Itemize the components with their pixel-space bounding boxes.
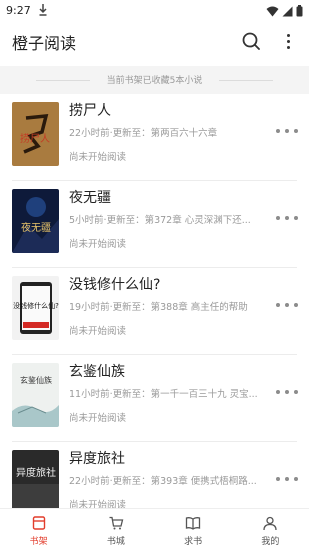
open-book-icon <box>185 517 201 530</box>
svg-text:玄鉴仙族: 玄鉴仙族 <box>20 375 52 385</box>
book-cover[interactable]: 玄鉴仙族 <box>12 363 59 427</box>
user-icon <box>263 516 278 531</box>
book-item[interactable]: 夜无疆 夜无疆 5小时前·更新至：第372章 心灵深渊下还... 尚未开始阅读 <box>0 181 309 268</box>
tab-label: 书城 <box>106 537 125 547</box>
book-cover[interactable]: 捞尸人 <box>12 102 59 166</box>
book-reading-status: 尚未开始阅读 <box>69 413 127 424</box>
book-title[interactable]: 夜无疆 <box>69 187 111 207</box>
app-title: 橙子阅读 <box>12 34 77 53</box>
more-options-icon[interactable] <box>280 30 296 52</box>
book-update-info: 22小时前·更新至：第两百六十六章 <box>69 128 218 139</box>
wifi-icon <box>266 6 279 16</box>
book-more-icon[interactable] <box>276 212 298 224</box>
bottom-tab-bar: 书架 书城 求书 我的 <box>0 508 309 550</box>
tab-bookshelf[interactable]: 书架 <box>0 509 77 550</box>
tab-label: 书架 <box>29 537 48 547</box>
tab-bookstore[interactable]: 书城 <box>77 509 154 550</box>
bookshelf-icon <box>32 516 45 530</box>
svg-text:捞尸人: 捞尸人 <box>20 132 50 145</box>
book-update-info: 5小时前·更新至：第372章 心灵深渊下还... <box>69 215 251 226</box>
battery-icon <box>296 5 303 17</box>
signal-icon <box>282 6 293 16</box>
tab-request-book[interactable]: 求书 <box>155 509 232 550</box>
tab-profile[interactable]: 我的 <box>232 509 309 550</box>
book-title[interactable]: 玄鉴仙族 <box>69 361 125 381</box>
shelf-summary-banner: 当前书架已收藏5本小说 <box>0 66 309 94</box>
download-icon <box>39 4 47 16</box>
book-item[interactable]: 捞尸人 捞尸人 22小时前·更新至：第两百六十六章 尚未开始阅读 <box>0 94 309 181</box>
book-cover[interactable]: 夜无疆 <box>12 189 59 253</box>
book-item[interactable]: 没钱修什么仙? 没钱修什么仙? 19小时前·更新至：第388章 高主任的帮助 尚… <box>0 268 309 355</box>
svg-text:没钱修什么仙?: 没钱修什么仙? <box>13 301 59 310</box>
status-time: 9:27 <box>6 4 31 17</box>
book-title[interactable]: 捞尸人 <box>69 100 111 120</box>
book-more-icon[interactable] <box>276 473 298 485</box>
book-reading-status: 尚未开始阅读 <box>69 152 127 163</box>
book-reading-status: 尚未开始阅读 <box>69 326 127 337</box>
book-reading-status: 尚未开始阅读 <box>69 239 127 250</box>
book-update-info: 22小时前·更新至：第393章 便携式梧桐路... <box>69 476 257 487</box>
book-cover[interactable]: 没钱修什么仙? <box>12 276 59 340</box>
search-icon[interactable] <box>240 30 262 52</box>
book-more-icon[interactable] <box>276 299 298 311</box>
book-update-info: 19小时前·更新至：第388章 高主任的帮助 <box>69 302 248 313</box>
book-more-icon[interactable] <box>276 386 298 398</box>
book-cover[interactable]: 异度旅社 <box>12 450 59 514</box>
svg-text:夜无疆: 夜无疆 <box>21 221 51 234</box>
book-title[interactable]: 没钱修什么仙? <box>69 274 160 294</box>
tab-label: 求书 <box>184 537 203 547</box>
divider <box>219 80 273 81</box>
status-bar: 9:27 <box>0 0 309 22</box>
tab-label: 我的 <box>261 537 280 547</box>
status-icons <box>266 4 303 18</box>
book-item[interactable]: 玄鉴仙族 玄鉴仙族 11小时前·更新至：第一千一百三十九 灵宝... 尚未开始阅… <box>0 355 309 442</box>
book-update-info: 11小时前·更新至：第一千一百三十九 灵宝... <box>69 389 258 400</box>
svg-text:异度旅社: 异度旅社 <box>16 466 56 479</box>
app-bar: 橙子阅读 <box>0 22 309 60</box>
cart-icon <box>109 516 124 530</box>
book-more-icon[interactable] <box>276 125 298 137</box>
book-title[interactable]: 异度旅社 <box>69 448 125 468</box>
